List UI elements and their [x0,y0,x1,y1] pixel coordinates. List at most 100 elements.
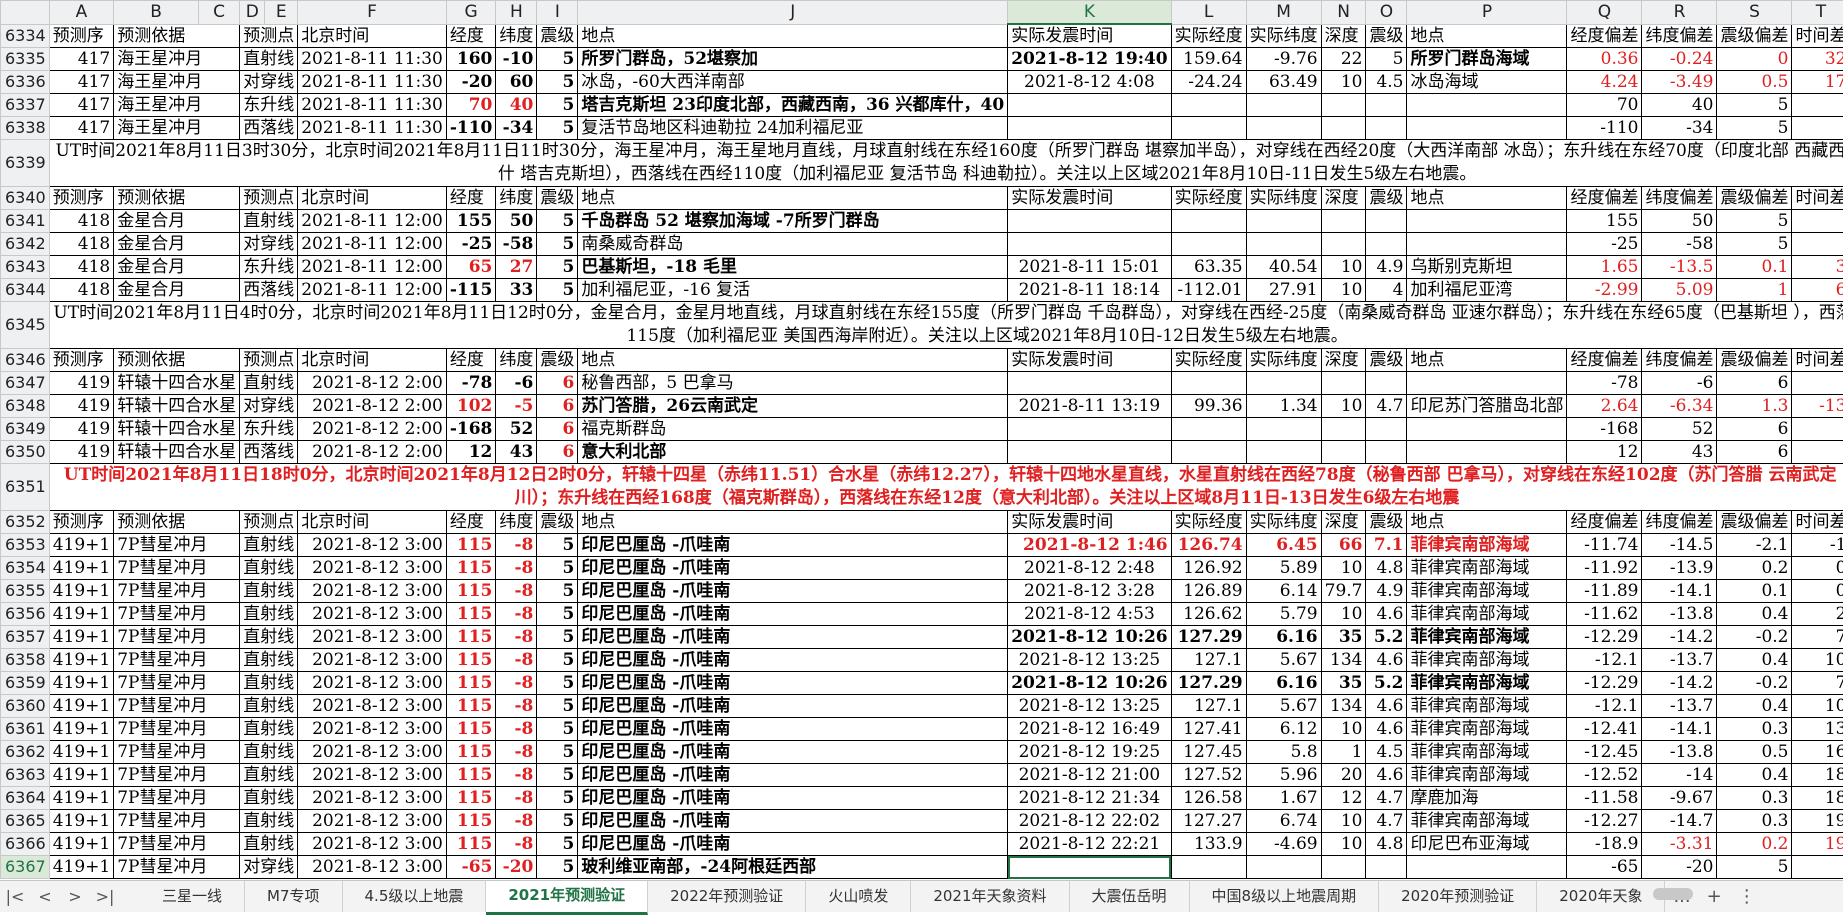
cell[interactable]: 震级偏差 [1717,187,1792,210]
cell[interactable]: 西落线 [240,441,298,464]
cell[interactable]: 419 [49,418,114,441]
column-header-i[interactable]: I [537,1,578,25]
column-header-o[interactable]: O [1366,1,1407,25]
cell[interactable]: 经度 [446,349,496,372]
row-header[interactable]: 6335 [1,48,50,71]
cell[interactable]: 菲律宾南部海域 [1407,810,1567,833]
cell[interactable]: 预测点 [240,24,298,48]
cell[interactable]: -110 [446,117,496,140]
cell[interactable]: 5 [537,256,578,279]
cell[interactable]: 155 [1567,210,1642,233]
cell[interactable]: 4.8 [1366,833,1407,856]
row-header[interactable]: 6334 [1,24,50,48]
cell[interactable]: 0.3 [1717,718,1792,741]
cell[interactable] [1171,117,1246,140]
cell[interactable]: 所罗门群岛海域 [1407,48,1567,71]
cell[interactable]: 直射线 [240,534,298,557]
cell[interactable]: 2021-8-11 12:00 [298,210,447,233]
cell[interactable]: 纬度偏差 [1642,24,1717,48]
cell[interactable]: 419+1 [49,764,114,787]
column-header-m[interactable]: M [1246,1,1321,25]
cell[interactable]: 2021-8-12 3:00 [298,649,447,672]
cell[interactable]: 经度偏差 [1567,187,1642,210]
cell[interactable]: 地点 [1407,187,1567,210]
row-header[interactable]: 6356 [1,603,50,626]
cell[interactable]: -11.89 [1567,580,1642,603]
row-header[interactable]: 6362 [1,741,50,764]
cell[interactable]: 155 [446,210,496,233]
cell[interactable]: 轩辕十四合水星 [114,395,240,418]
cell[interactable]: 纬度 [496,187,537,210]
cell[interactable]: 7P彗星冲月 [114,833,240,856]
cell[interactable]: 2021-8-11 11:30 [298,94,447,117]
cell[interactable]: 7P彗星冲月 [114,695,240,718]
cell[interactable]: 115 [446,787,496,810]
cell[interactable]: 直射线 [240,695,298,718]
cell[interactable]: 7P彗星冲月 [114,557,240,580]
cell[interactable]: 印尼巴厘岛 -爪哇南 [578,649,1008,672]
cell[interactable]: 79.7 [1321,580,1366,603]
cell[interactable]: -25 [446,233,496,256]
cell[interactable]: 0.1 [1717,580,1792,603]
cell[interactable]: 5.89 [1246,557,1321,580]
cell[interactable]: 35 [1321,672,1366,695]
cell[interactable]: 159.64 [1171,48,1246,71]
cell[interactable]: 6 [1717,372,1792,395]
cell[interactable]: -8 [496,557,537,580]
cell[interactable]: -58 [1642,233,1717,256]
cell[interactable]: 巴基斯坦，-18 毛里 [578,256,1008,279]
cell[interactable]: 16 [1792,741,1843,764]
cell[interactable]: 5 [1717,117,1792,140]
cell[interactable]: 18 [1792,764,1843,787]
cell[interactable]: -8 [496,649,537,672]
last-sheet-icon[interactable]: >| [90,887,120,906]
select-all-corner[interactable] [1,1,50,25]
cell[interactable]: 时间差 [1792,511,1843,534]
cell[interactable]: -0.2 [1717,626,1792,649]
cell[interactable] [1246,210,1321,233]
cell[interactable]: 5 [1717,233,1792,256]
row-header[interactable]: 6365 [1,810,50,833]
cell[interactable]: 10 [1321,833,1366,856]
first-sheet-icon[interactable]: |< [0,887,30,906]
cell[interactable]: 6.16 [1246,672,1321,695]
column-header-l[interactable]: L [1171,1,1246,25]
cell[interactable]: 40.54 [1246,256,1321,279]
cell[interactable]: 7P彗星冲月 [114,741,240,764]
cell[interactable]: -6 [496,372,537,395]
cell[interactable]: 5 [1366,48,1407,71]
cell[interactable]: 2021-8-12 3:00 [298,810,447,833]
cell[interactable]: 2021-8-12 3:00 [298,580,447,603]
column-header-k[interactable]: K [1008,1,1171,25]
cell[interactable]: -78 [446,372,496,395]
cell[interactable]: 7P彗星冲月 [114,810,240,833]
cell[interactable]: -12.1 [1567,649,1642,672]
row-header[interactable]: 6364 [1,787,50,810]
cell[interactable] [1366,94,1407,117]
cell[interactable]: 7P彗星冲月 [114,672,240,695]
spreadsheet-grid[interactable]: ABCDEFGHIJKLMNOPQRSTU6334预测序预测依据预测点北京时间经… [0,0,1843,880]
cell[interactable]: 金星合月 [114,279,240,302]
cell[interactable]: 419+1 [49,787,114,810]
cell[interactable]: 126.58 [1171,787,1246,810]
cell[interactable]: 419+1 [49,580,114,603]
cell[interactable]: 印尼巴厘岛 -爪哇南 [578,764,1008,787]
cell[interactable]: 预测点 [240,511,298,534]
cell[interactable]: 7P彗星冲月 [114,856,240,879]
cell[interactable]: -11.74 [1567,534,1642,557]
cell[interactable]: 菲律宾南部海域 [1407,672,1567,695]
cell[interactable]: 2021-8-12 10:26 [1008,626,1171,649]
cell[interactable]: 115 [446,672,496,695]
cell[interactable] [1246,233,1321,256]
cell[interactable]: -20 [1642,856,1717,879]
cell[interactable]: -0.2 [1717,672,1792,695]
cell[interactable]: 6.16 [1246,626,1321,649]
row-header[interactable]: 6350 [1,441,50,464]
cell[interactable]: 实际发震时间 [1008,349,1171,372]
cell[interactable]: 127.29 [1171,626,1246,649]
cell[interactable] [1246,372,1321,395]
cell[interactable]: 地点 [578,24,1008,48]
cell[interactable] [1407,856,1567,879]
cell[interactable]: 2021-8-12 3:00 [298,718,447,741]
cell[interactable]: 35 [1321,626,1366,649]
